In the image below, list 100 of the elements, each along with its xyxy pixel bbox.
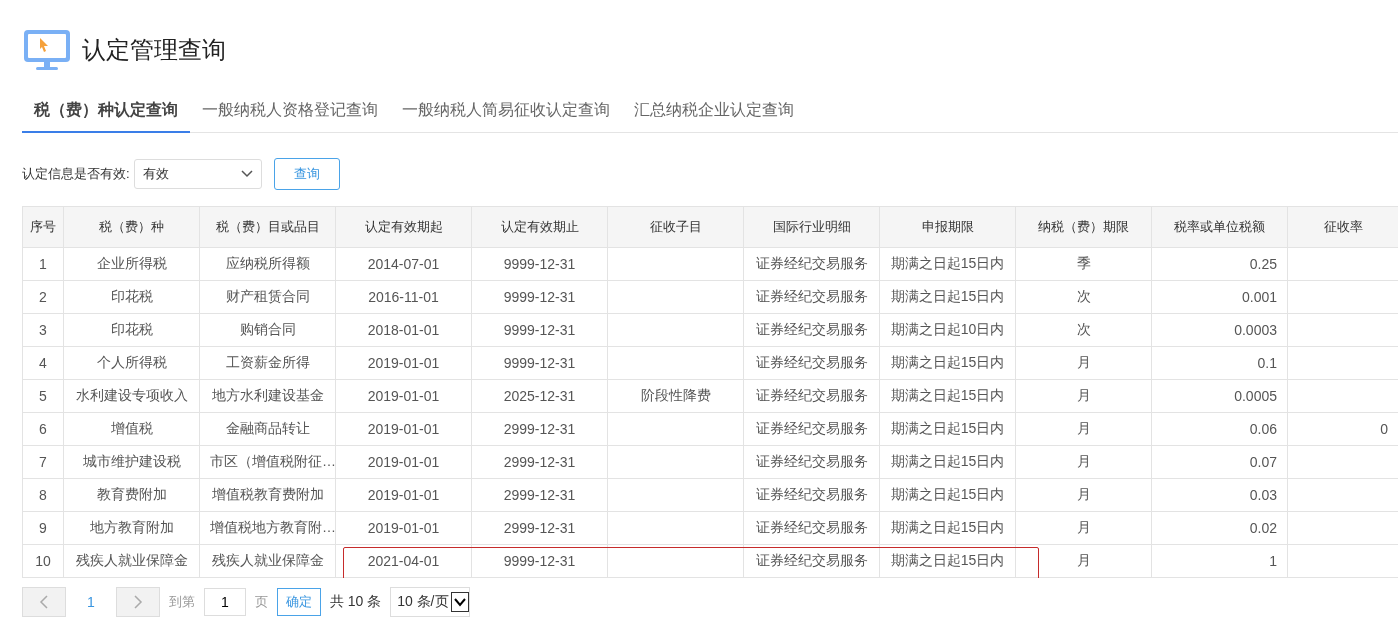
column-header: 认定有效期起: [335, 206, 472, 248]
table-cell: 9999-12-31: [471, 280, 608, 314]
table-cell: 期满之日起15日内: [879, 478, 1016, 512]
table-cell: 0.03: [1151, 478, 1288, 512]
table-cell: 2019-01-01: [335, 379, 472, 413]
table-cell: 2999-12-31: [471, 445, 608, 479]
table-cell: 0.0005: [1151, 379, 1288, 413]
table-cell: 期满之日起10日内: [879, 313, 1016, 347]
table-cell: 阶段性降费: [607, 379, 744, 413]
column-header: 申报期限: [879, 206, 1016, 248]
table-cell: 企业所得税: [63, 247, 200, 281]
table-cell: 0.02: [1151, 511, 1288, 545]
table-cell: 5: [22, 379, 64, 413]
table-cell: 期满之日起15日内: [879, 511, 1016, 545]
table-cell: 2999-12-31: [471, 478, 608, 512]
table-cell: 期满之日起15日内: [879, 247, 1016, 281]
page-size-select[interactable]: 10 条/页: [390, 587, 470, 617]
table-cell: 0.0003: [1151, 313, 1288, 347]
page-title: 认定管理查询: [82, 35, 226, 65]
page-number[interactable]: 1: [75, 594, 107, 610]
table-cell: 2999-12-31: [471, 412, 608, 446]
column-header: 序号: [22, 206, 64, 248]
table-cell: 2019-01-01: [335, 511, 472, 545]
table-cell: 2021-04-01: [335, 544, 472, 578]
column-header: 征收率: [1287, 206, 1398, 248]
table-cell: 地方教育附加: [63, 511, 200, 545]
table-cell: 增值税: [63, 412, 200, 446]
table-cell: 9: [22, 511, 64, 545]
table-cell: 次: [1015, 280, 1152, 314]
table-cell: 增值税教育费附加: [199, 478, 336, 512]
total-count: 共 10 条: [329, 593, 382, 611]
table-cell: 月: [1015, 511, 1152, 545]
table-cell: 残疾人就业保障金: [63, 544, 200, 578]
column-header: 认定有效期止: [471, 206, 608, 248]
monitor-icon: [22, 28, 72, 72]
table-cell: 2018-01-01: [335, 313, 472, 347]
table-cell: 2025-12-31: [471, 379, 608, 413]
query-button[interactable]: 查询: [273, 158, 340, 190]
table-cell: 证券经纪交易服务: [743, 412, 880, 446]
table-cell: 期满之日起15日内: [879, 280, 1016, 314]
tab[interactable]: 汇总纳税企业认定查询: [622, 94, 806, 133]
chevron-down-icon: [240, 170, 253, 178]
table-cell: 证券经纪交易服务: [743, 313, 880, 347]
page-input[interactable]: 1: [203, 588, 246, 616]
table-cell: 2019-01-01: [335, 478, 472, 512]
table-cell: 季: [1015, 247, 1152, 281]
confirm-button[interactable]: 确定: [276, 588, 321, 616]
tab[interactable]: 一般纳税人简易征收认定查询: [390, 94, 622, 133]
table-cell: 1: [1151, 544, 1288, 578]
table-cell: 次: [1015, 313, 1152, 347]
table-cell: 财产租赁合同: [199, 280, 336, 314]
table-cell: 2014-07-01: [335, 247, 472, 281]
column-header: 税率或单位税额: [1151, 206, 1288, 248]
table-cell: 0.06: [1151, 412, 1288, 446]
table-cell: 9999-12-31: [471, 346, 608, 380]
table-cell: 月: [1015, 445, 1152, 479]
table-cell: 应纳税所得额: [199, 247, 336, 281]
table-cell: 证券经纪交易服务: [743, 346, 880, 380]
chevron-right-icon: [132, 595, 143, 609]
table-cell: 2019-01-01: [335, 346, 472, 380]
table-cell: 月: [1015, 379, 1152, 413]
table-cell: 证券经纪交易服务: [743, 379, 880, 413]
table-cell: 2: [22, 280, 64, 314]
column-header: 征收子目: [607, 206, 744, 248]
table-cell: 9999-12-31: [471, 544, 608, 578]
chevron-down-icon: [450, 592, 469, 612]
table-cell: 市区（增值税附征…: [199, 445, 336, 479]
table-cell: 0.07: [1151, 445, 1288, 479]
table-cell: 工资薪金所得: [199, 346, 336, 380]
table-cell: 月: [1015, 478, 1152, 512]
table-cell: 9999-12-31: [471, 313, 608, 347]
table-cell: 2016-11-01: [335, 280, 472, 314]
column-header: 纳税（费）期限: [1015, 206, 1152, 248]
tab[interactable]: 一般纳税人资格登记查询: [190, 94, 390, 133]
table-cell: 地方水利建设基金: [199, 379, 336, 413]
table-cell: 月: [1015, 544, 1152, 578]
table-cell: 残疾人就业保障金: [199, 544, 336, 578]
table-cell: 3: [22, 313, 64, 347]
tab[interactable]: 税（费）种认定查询: [22, 94, 190, 133]
table-cell: 增值税地方教育附…: [199, 511, 336, 545]
chevron-left-icon: [39, 595, 49, 609]
table-cell: 期满之日起15日内: [879, 544, 1016, 578]
table-cell: 9999-12-31: [471, 247, 608, 281]
table-cell: 4: [22, 346, 64, 380]
table-cell: 个人所得税: [63, 346, 200, 380]
table-cell: 期满之日起15日内: [879, 346, 1016, 380]
column-header: 税（费）目或品目: [199, 206, 336, 248]
table-cell: 购销合同: [199, 313, 336, 347]
table-cell: 1: [22, 247, 64, 281]
table-cell: 8: [22, 478, 64, 512]
goto-label: 到第: [168, 593, 195, 611]
table-cell: 证券经纪交易服务: [743, 511, 880, 545]
validity-select[interactable]: 有效: [133, 159, 262, 189]
table-cell: 10: [22, 544, 64, 578]
column-header: 国际行业明细: [743, 206, 880, 248]
table-cell: 印花税: [63, 280, 200, 314]
table-cell: 月: [1015, 412, 1152, 446]
table-cell: 证券经纪交易服务: [743, 544, 880, 578]
table-cell: 2019-01-01: [335, 412, 472, 446]
table-cell: 期满之日起15日内: [879, 379, 1016, 413]
